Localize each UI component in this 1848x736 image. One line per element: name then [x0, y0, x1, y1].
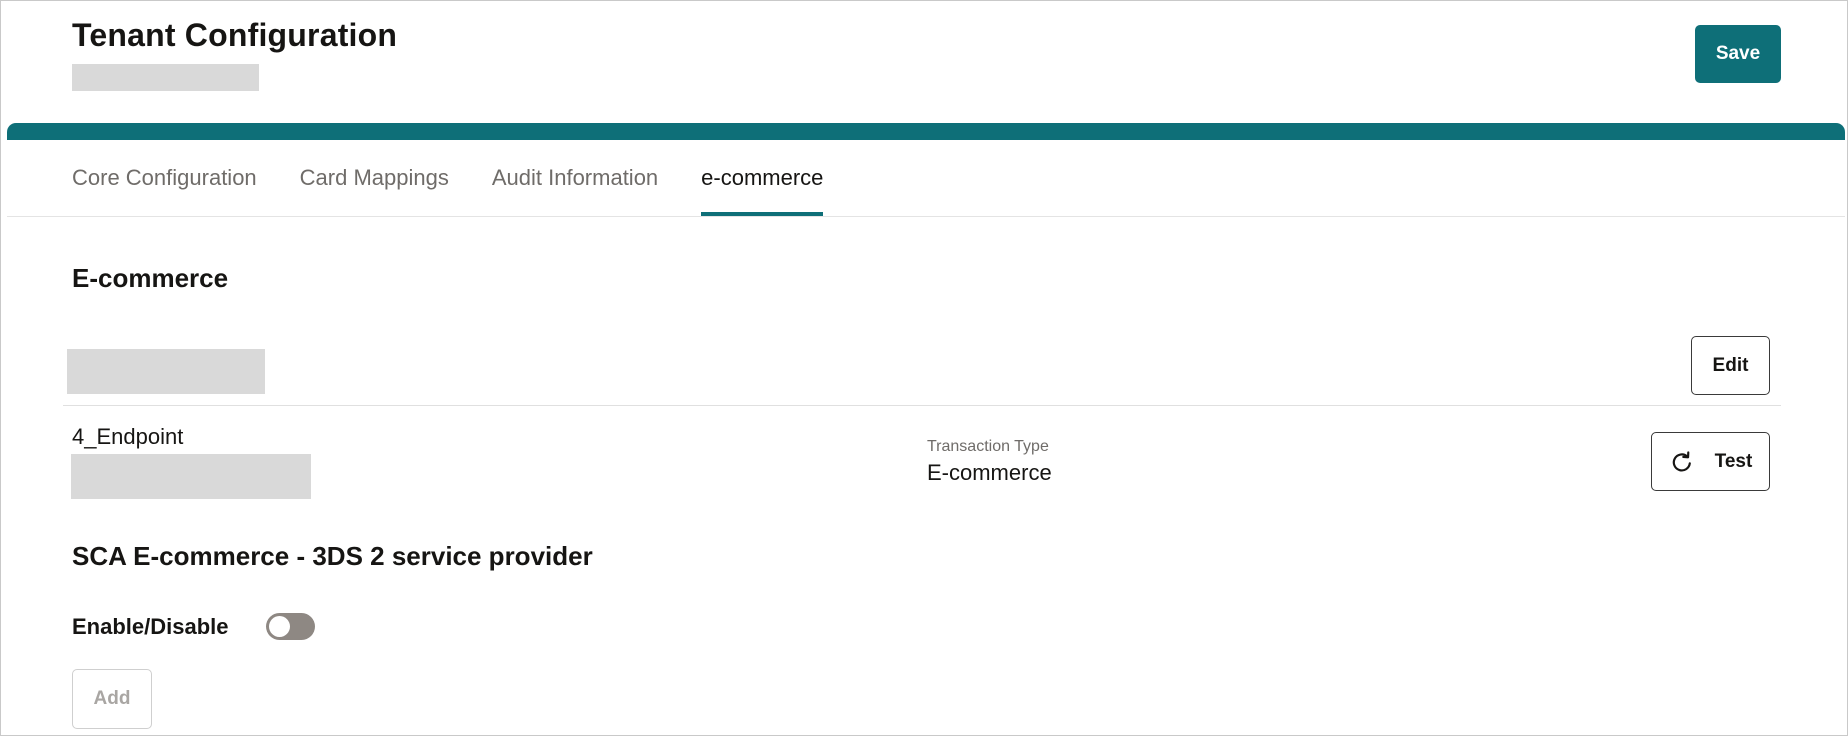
- tab-card-mappings[interactable]: Card Mappings: [300, 140, 449, 216]
- section-title-sca: SCA E-commerce - 3DS 2 service provider: [72, 541, 593, 571]
- toggle-knob: [269, 616, 290, 637]
- save-button[interactable]: Save: [1695, 25, 1781, 83]
- page-title: Tenant Configuration: [72, 17, 398, 53]
- enable-disable-toggle[interactable]: [266, 613, 315, 640]
- edit-button[interactable]: Edit: [1691, 336, 1770, 395]
- enable-disable-label: Enable/Disable: [72, 614, 229, 639]
- test-button-label: Test: [1714, 450, 1753, 472]
- add-button[interactable]: Add: [72, 669, 152, 729]
- header-accent-bar: [7, 123, 1845, 140]
- test-button[interactable]: Test: [1651, 432, 1770, 491]
- redacted-subtitle: [72, 64, 259, 91]
- tab-audit-information[interactable]: Audit Information: [492, 140, 658, 216]
- edit-button-label: Edit: [1712, 354, 1749, 376]
- tabs-divider: [7, 216, 1845, 217]
- section-title-ecommerce: E-commerce: [72, 263, 229, 293]
- redacted-config-name: [67, 349, 265, 394]
- endpoint-name: 4_Endpoint: [72, 424, 184, 449]
- tab-core-configuration[interactable]: Core Configuration: [72, 140, 257, 216]
- page-frame: Tenant Configuration Save Core Configura…: [0, 0, 1848, 736]
- tab-bar: Core Configuration Card Mappings Audit I…: [72, 140, 824, 216]
- row-divider: [63, 405, 1781, 406]
- redacted-endpoint-url: [71, 454, 311, 499]
- tab-e-commerce[interactable]: e-commerce: [701, 140, 824, 216]
- transaction-type-label: Transaction Type: [927, 438, 1049, 455]
- transaction-type-value: E-commerce: [927, 460, 1052, 485]
- refresh-icon: [1672, 450, 1691, 471]
